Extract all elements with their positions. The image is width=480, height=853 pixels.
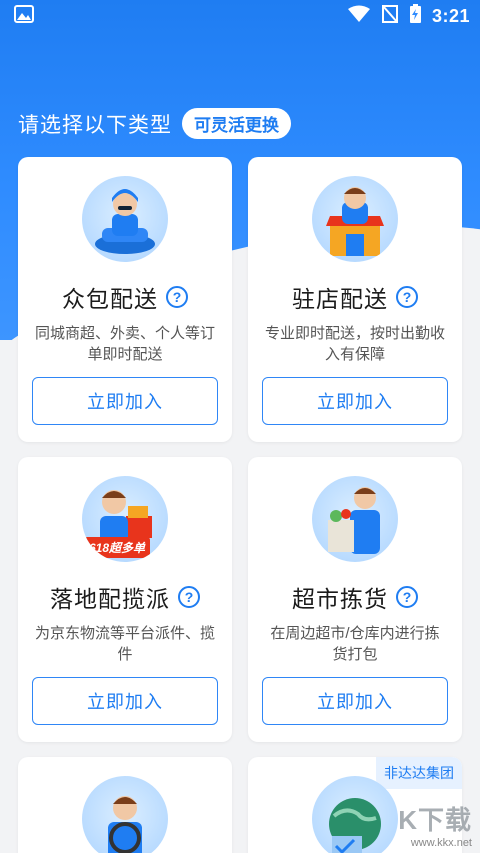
store-courier-illustration (312, 176, 398, 262)
help-icon[interactable]: ? (396, 286, 418, 308)
card-title: 众包配送 (62, 286, 158, 312)
promo-badge: 618超多单 (84, 537, 151, 558)
card-supermarket-picking[interactable]: 超市拣货 ? 在周边超市/仓库内进行拣货打包 立即加入 (248, 457, 462, 742)
status-bar: 3:21 (0, 0, 480, 32)
status-time: 3:21 (431, 5, 470, 26)
card-driver-partial[interactable] (18, 757, 232, 853)
battery-charging-icon (409, 3, 422, 29)
wifi-icon (347, 5, 371, 28)
join-button[interactable]: 立即加入 (262, 377, 448, 425)
intro-title: 请选择以下类型 (18, 113, 172, 137)
join-button[interactable]: 立即加入 (262, 677, 448, 725)
grocery-picker-illustration (312, 476, 398, 562)
watermark-logo: K下载 (398, 805, 472, 835)
watermark: K下载 www.kkx.net (398, 800, 472, 849)
card-description: 同城商超、外卖、个人等订单即时配送 (35, 325, 216, 363)
no-signal-icon (381, 4, 399, 28)
card-in-store-delivery[interactable]: 驻店配送 ? 专业即时配送，按时出勤收入有保障 立即加入 (248, 157, 462, 442)
help-icon[interactable]: ? (178, 586, 200, 608)
card-title: 超市拣货 (292, 586, 388, 612)
card-crowdsource-delivery[interactable]: 众包配送 ? 同城商超、外卖、个人等订单即时配送 立即加入 (18, 157, 232, 442)
driver-illustration (82, 776, 168, 853)
gallery-icon (14, 4, 34, 28)
card-description: 专业即时配送，按时出勤收入有保障 (265, 325, 446, 363)
delivery-type-grid: 众包配送 ? 同城商超、外卖、个人等订单即时配送 立即加入 驻店配送 ? 专业即… (18, 157, 462, 853)
join-button[interactable]: 立即加入 (32, 677, 218, 725)
parcel-courier-illustration: 618超多单 (82, 476, 168, 562)
card-description: 在周边超市/仓库内进行拣货打包 (270, 625, 440, 663)
card-title: 驻店配送 (292, 286, 388, 312)
card-title: 落地配揽派 (50, 586, 170, 612)
help-icon[interactable]: ? (396, 586, 418, 608)
watermark-url: www.kkx.net (410, 837, 472, 849)
flexible-switch-badge: 可灵活更换 (182, 108, 291, 139)
card-description: 为京东物流等平台派件、揽件 (35, 625, 216, 663)
help-icon[interactable]: ? (166, 286, 188, 308)
join-button[interactable]: 立即加入 (32, 377, 218, 425)
scooter-rider-illustration (82, 176, 168, 262)
intro-row: 请选择以下类型 可灵活更换 (18, 108, 291, 139)
globe-illustration (312, 776, 398, 853)
card-last-mile-pickup[interactable]: 618超多单 落地配揽派 ? 为京东物流等平台派件、揽件 立即加入 (18, 457, 232, 742)
